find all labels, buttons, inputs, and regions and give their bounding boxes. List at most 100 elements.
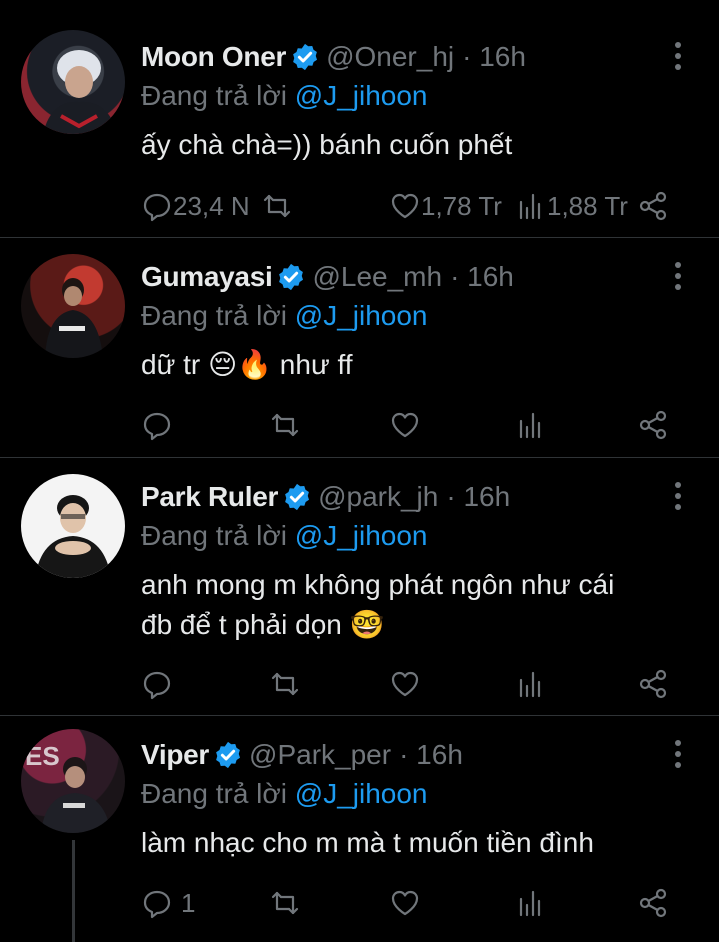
retweet-icon	[271, 672, 299, 696]
tweet-header: Gumayasi @Lee_mh · 16h	[141, 259, 514, 295]
like-button[interactable]	[389, 883, 421, 923]
display-name[interactable]: Gumayasi	[141, 261, 273, 293]
timestamp[interactable]: · 16h	[399, 739, 463, 771]
views-button[interactable]	[515, 883, 547, 923]
tweet[interactable]: Park Ruler @park_jh · 16h Đang trả lời @…	[0, 458, 719, 714]
mention-link[interactable]: @J_jihoon	[295, 778, 428, 809]
timestamp[interactable]: · 16h	[450, 261, 514, 293]
views-button[interactable]: 1,88 Tr	[515, 186, 628, 226]
mention-link[interactable]: @J_jihoon	[295, 80, 428, 111]
avatar[interactable]	[21, 30, 125, 134]
reply-count: 23,4 N	[173, 190, 250, 221]
retweet-button[interactable]	[261, 186, 293, 226]
tweet-text: anh mong m không phát ngôn như cái đb để…	[141, 565, 614, 645]
tweet[interactable]: Gumayasi @Lee_mh · 16h Đang trả lời @J_j…	[0, 238, 719, 456]
replying-to-label: Đang trả lời	[141, 80, 287, 111]
handle[interactable]: @Park_per	[249, 739, 391, 771]
timestamp[interactable]: · 16h	[462, 41, 526, 73]
share-button[interactable]	[637, 186, 669, 226]
tweet-text: dữ tr 😔🔥 như ff	[141, 345, 353, 385]
reply-icon	[143, 193, 171, 222]
verified-badge-icon	[216, 741, 241, 769]
like-button[interactable]: 1,78 Tr	[389, 186, 502, 226]
timestamp[interactable]: · 16h	[446, 481, 510, 513]
analytics-icon	[519, 193, 541, 220]
handle[interactable]: @Oner_hj	[326, 41, 454, 73]
replying-to-label: Đang trả lời	[141, 520, 287, 551]
share-button[interactable]	[637, 883, 669, 923]
retweet-button[interactable]	[269, 664, 301, 704]
avatar[interactable]	[21, 254, 125, 358]
share-icon	[639, 888, 667, 918]
analytics-icon	[519, 412, 541, 439]
share-button[interactable]	[637, 405, 669, 445]
thread-line	[72, 840, 75, 942]
action-bar	[141, 664, 701, 704]
share-icon	[639, 669, 667, 699]
display-name[interactable]: Park Ruler	[141, 481, 278, 513]
tweet-header: Park Ruler @park_jh · 16h	[141, 479, 510, 515]
replying-to-label: Đang trả lời	[141, 300, 287, 331]
tweet-text: làm nhạc cho m mà t muốn tiền đình	[141, 823, 594, 863]
action-bar: 1	[141, 883, 701, 923]
heart-icon	[391, 671, 419, 697]
tweet-header: Viper @Park_per · 16h	[141, 737, 463, 773]
avatar[interactable]	[21, 474, 125, 578]
tweet-text-line: ấy chà chà=)) bánh cuốn phết	[141, 129, 513, 160]
views-button[interactable]	[515, 405, 547, 445]
verified-badge-icon	[293, 43, 318, 71]
like-count: 1,78 Tr	[421, 190, 502, 221]
handle[interactable]: @park_jh	[318, 481, 438, 513]
reply-icon	[143, 412, 171, 441]
tweet-text-line: anh mong m không phát ngôn như cái	[141, 569, 615, 600]
handle[interactable]: @Lee_mh	[312, 261, 442, 293]
share-icon	[639, 410, 667, 440]
share-button[interactable]	[637, 664, 669, 704]
verified-badge-icon	[285, 483, 310, 511]
more-options-icon[interactable]	[668, 738, 688, 770]
retweet-icon	[271, 891, 299, 915]
reply-icon	[143, 890, 171, 919]
analytics-icon	[519, 890, 541, 917]
tweet-text-line: làm nhạc cho m mà t muốn tiền đình	[141, 827, 594, 858]
action-bar: 23,4 N 1,78 Tr 1,88 Tr	[141, 186, 701, 226]
replying-to-label: Đang trả lời	[141, 778, 287, 809]
more-options-icon[interactable]	[668, 260, 688, 292]
tweet-header: Moon Oner @Oner_hj · 16h	[141, 39, 526, 75]
reply-button[interactable]	[141, 405, 173, 445]
more-options-icon[interactable]	[668, 480, 688, 512]
mention-link[interactable]: @J_jihoon	[295, 300, 428, 331]
svg-text:ES: ES	[25, 741, 60, 771]
reply-button[interactable]: 1	[141, 883, 195, 923]
display-name[interactable]: Moon Oner	[141, 41, 286, 73]
replying-to: Đang trả lời @J_jihoon	[141, 300, 428, 332]
like-button[interactable]	[389, 405, 421, 445]
heart-icon	[391, 412, 419, 438]
reply-button[interactable]: 23,4 N	[141, 186, 250, 226]
more-options-icon[interactable]	[668, 40, 688, 72]
reply-button[interactable]	[141, 664, 173, 704]
action-bar	[141, 405, 701, 445]
verified-badge-icon	[279, 263, 304, 291]
retweet-icon	[271, 413, 299, 437]
reply-icon	[143, 671, 171, 700]
analytics-icon	[519, 671, 541, 698]
like-button[interactable]	[389, 664, 421, 704]
tweet[interactable]: Moon Oner @Oner_hj · 16h Đang trả lời @J…	[0, 0, 719, 236]
replying-to: Đang trả lời @J_jihoon	[141, 520, 428, 552]
tweet-text-line: dữ tr 😔🔥 như ff	[141, 349, 353, 380]
retweet-button[interactable]	[269, 883, 301, 923]
heart-icon	[391, 193, 419, 219]
heart-icon	[391, 890, 419, 916]
view-count: 1,88 Tr	[547, 190, 628, 221]
retweet-button[interactable]	[269, 405, 301, 445]
tweet[interactable]: ES Viper @Park_per · 16h Đang trả lời @J…	[0, 716, 719, 942]
replying-to: Đang trả lời @J_jihoon	[141, 80, 428, 112]
replying-to: Đang trả lời @J_jihoon	[141, 778, 428, 810]
views-button[interactable]	[515, 664, 547, 704]
display-name[interactable]: Viper	[141, 739, 209, 771]
share-icon	[639, 191, 667, 221]
avatar[interactable]: ES	[21, 729, 125, 833]
reply-count: 1	[181, 887, 196, 918]
mention-link[interactable]: @J_jihoon	[295, 520, 428, 551]
